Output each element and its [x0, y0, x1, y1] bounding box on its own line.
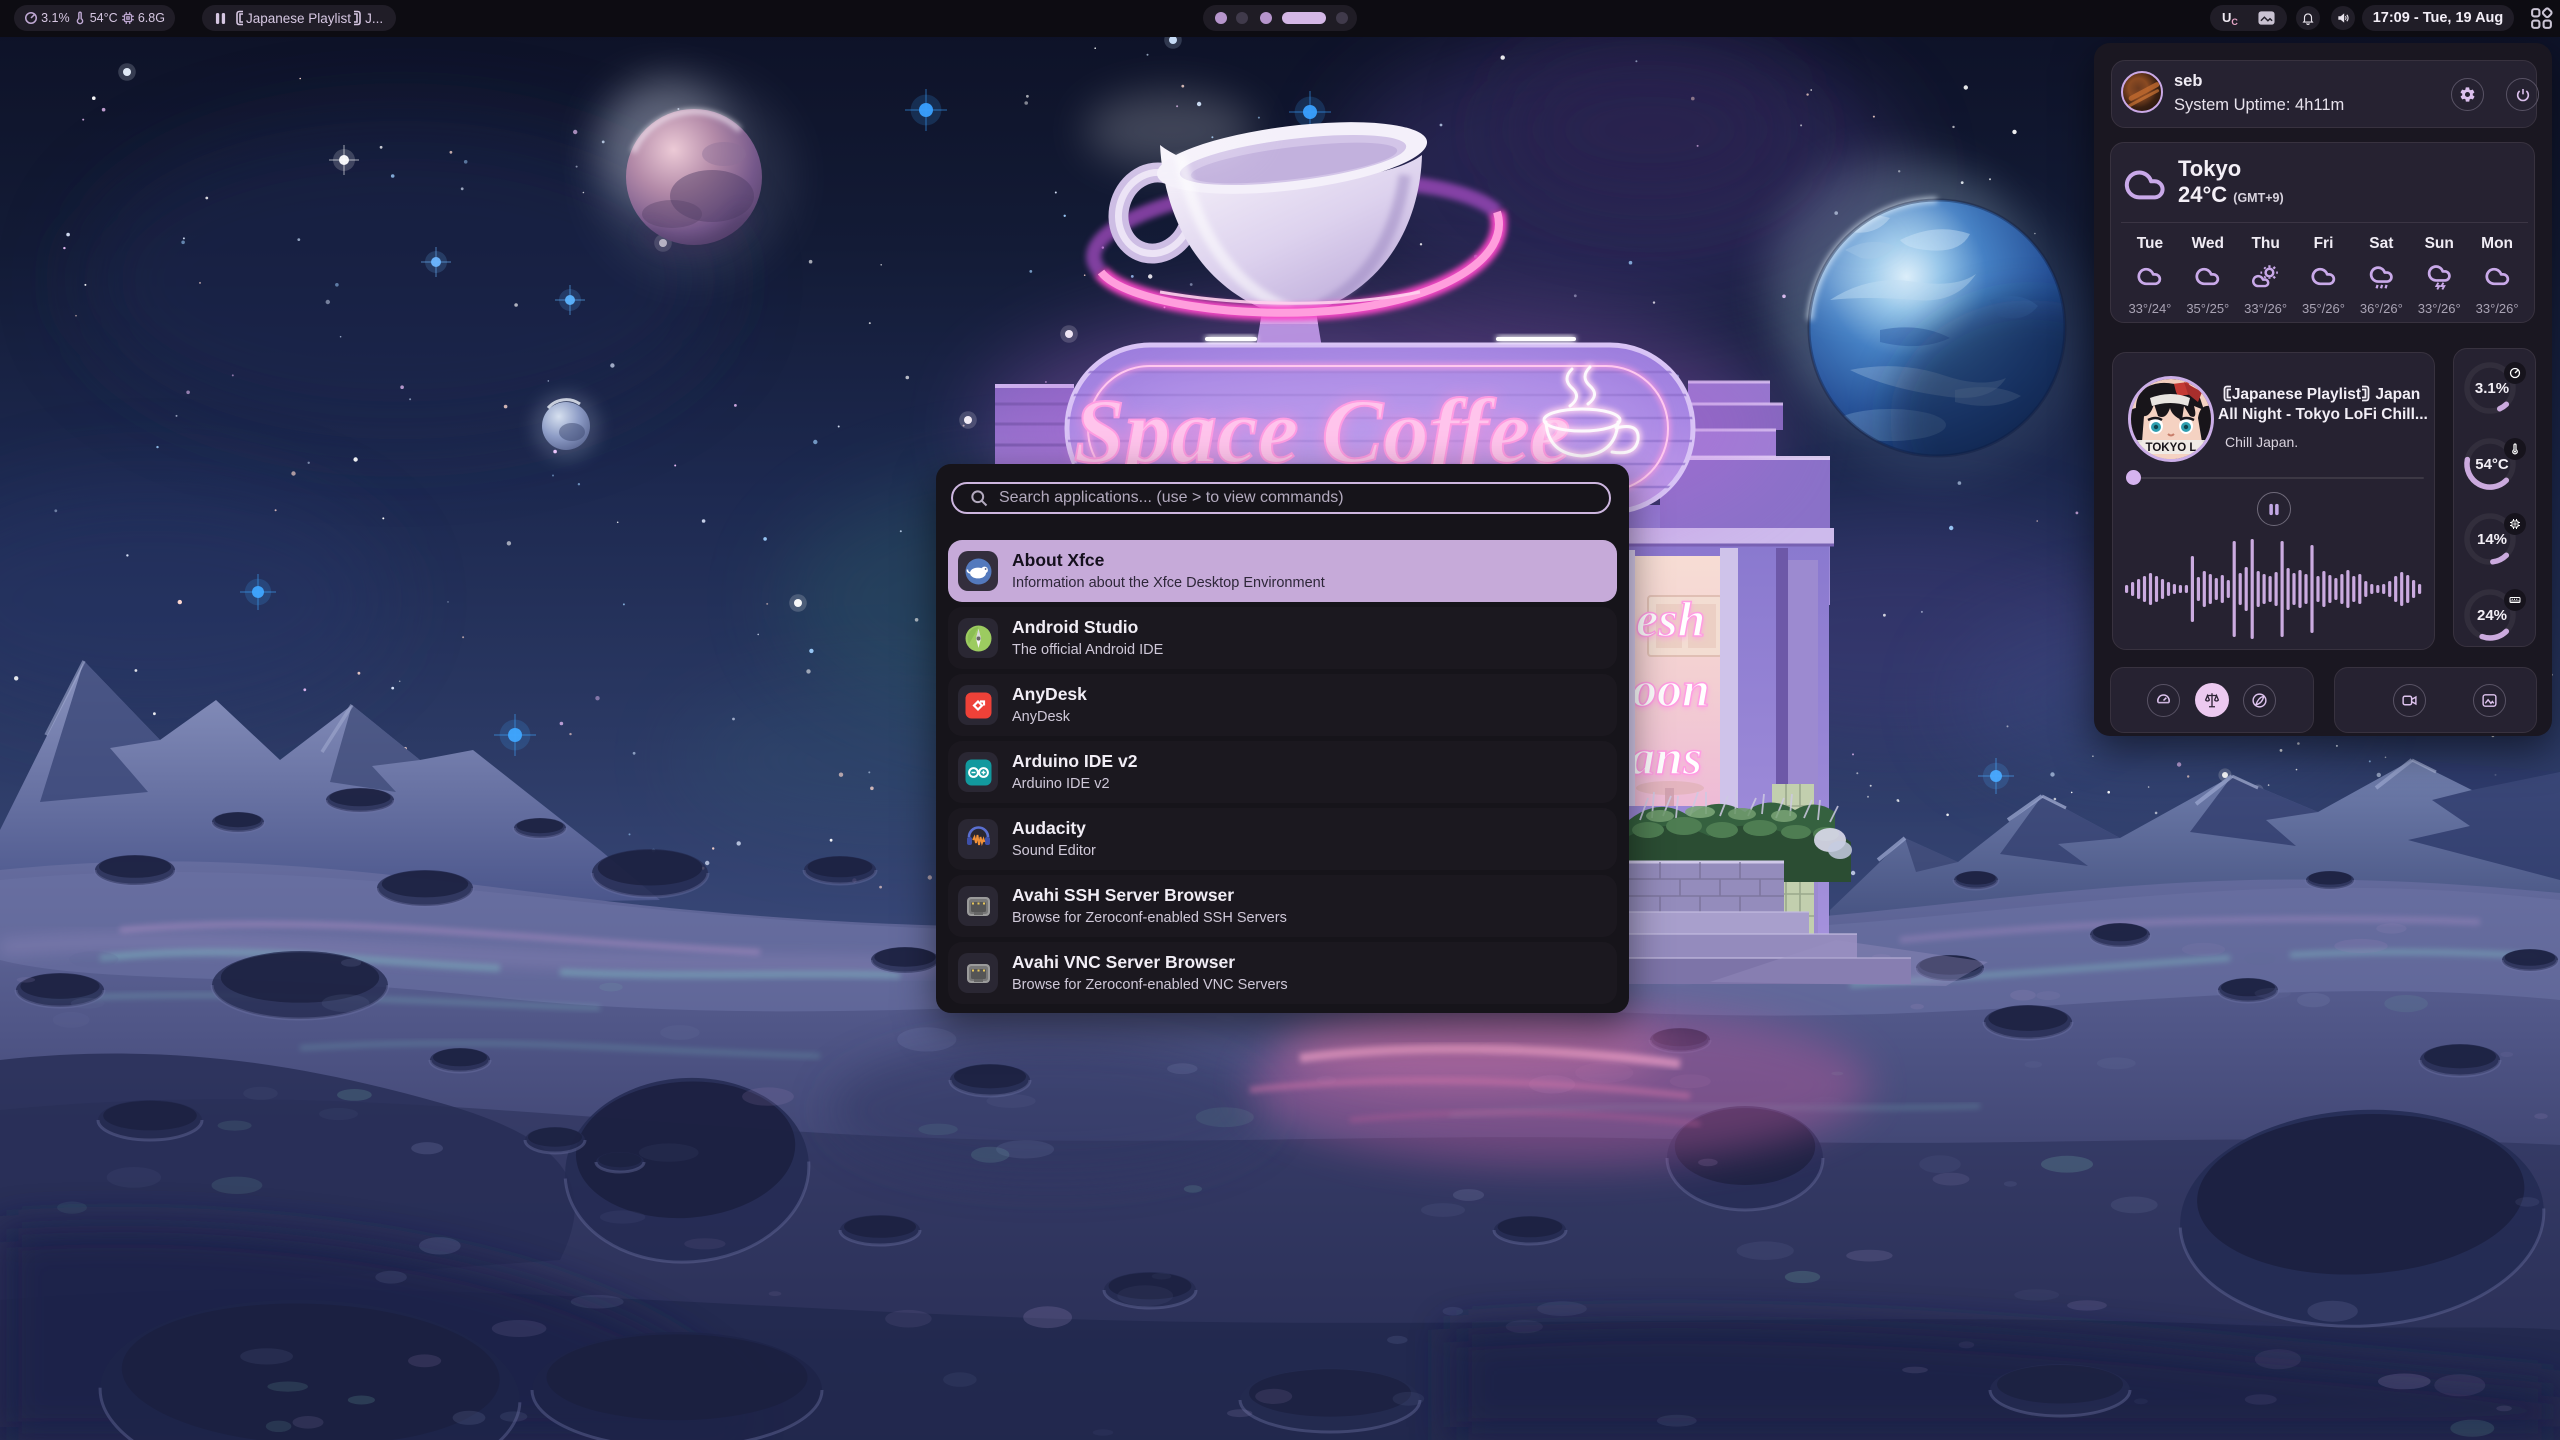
svg-text:24%: 24%: [2477, 607, 2507, 624]
svg-text:oon: oon: [1632, 661, 1710, 717]
svg-text:14%: 14%: [2477, 531, 2507, 548]
svg-text:ans: ans: [1630, 729, 1702, 785]
svg-text:54°C: 54°C: [2475, 456, 2509, 473]
svg-text:3.1%: 3.1%: [2475, 380, 2509, 397]
svg-text:esh: esh: [1636, 591, 1705, 647]
